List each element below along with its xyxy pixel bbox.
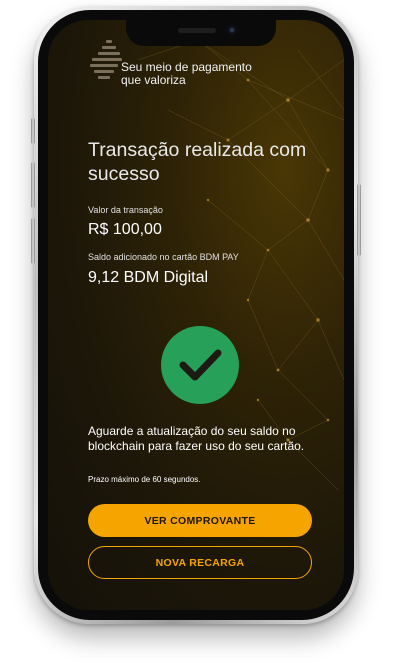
phone-notch: [126, 20, 276, 46]
view-receipt-button[interactable]: VER COMPROVANTE: [88, 504, 312, 537]
amount-label: Valor da transação: [88, 205, 163, 215]
amount-value: R$ 100,00: [88, 221, 162, 238]
status-message: Aguarde a atualização do seu saldo no bl…: [88, 424, 305, 453]
phone-button-left-top: [31, 118, 35, 144]
phone-button-left-mid: [31, 162, 35, 208]
new-recharge-button[interactable]: NOVA RECARGA: [88, 546, 312, 579]
balance-label: Saldo adicionado no cartão BDM PAY: [88, 252, 239, 262]
stage: Seu meio de pagamento que valoriza Trans…: [0, 0, 401, 662]
app-tagline: Seu meio de pagamento que valoriza: [121, 60, 252, 87]
phone-camera: [227, 25, 237, 35]
status-note: Prazo máximo de 60 segundos.: [88, 475, 201, 484]
page-title: Transação realizada com sucesso: [88, 139, 307, 185]
balance-value: 9,12 BDM Digital: [88, 269, 209, 286]
bdm-logo-icon: [88, 40, 124, 84]
checkmark-circle-icon: [161, 326, 239, 404]
phone-speaker: [178, 28, 216, 33]
phone-button-left-bottom: [31, 218, 35, 264]
phone-button-right: [357, 184, 361, 256]
